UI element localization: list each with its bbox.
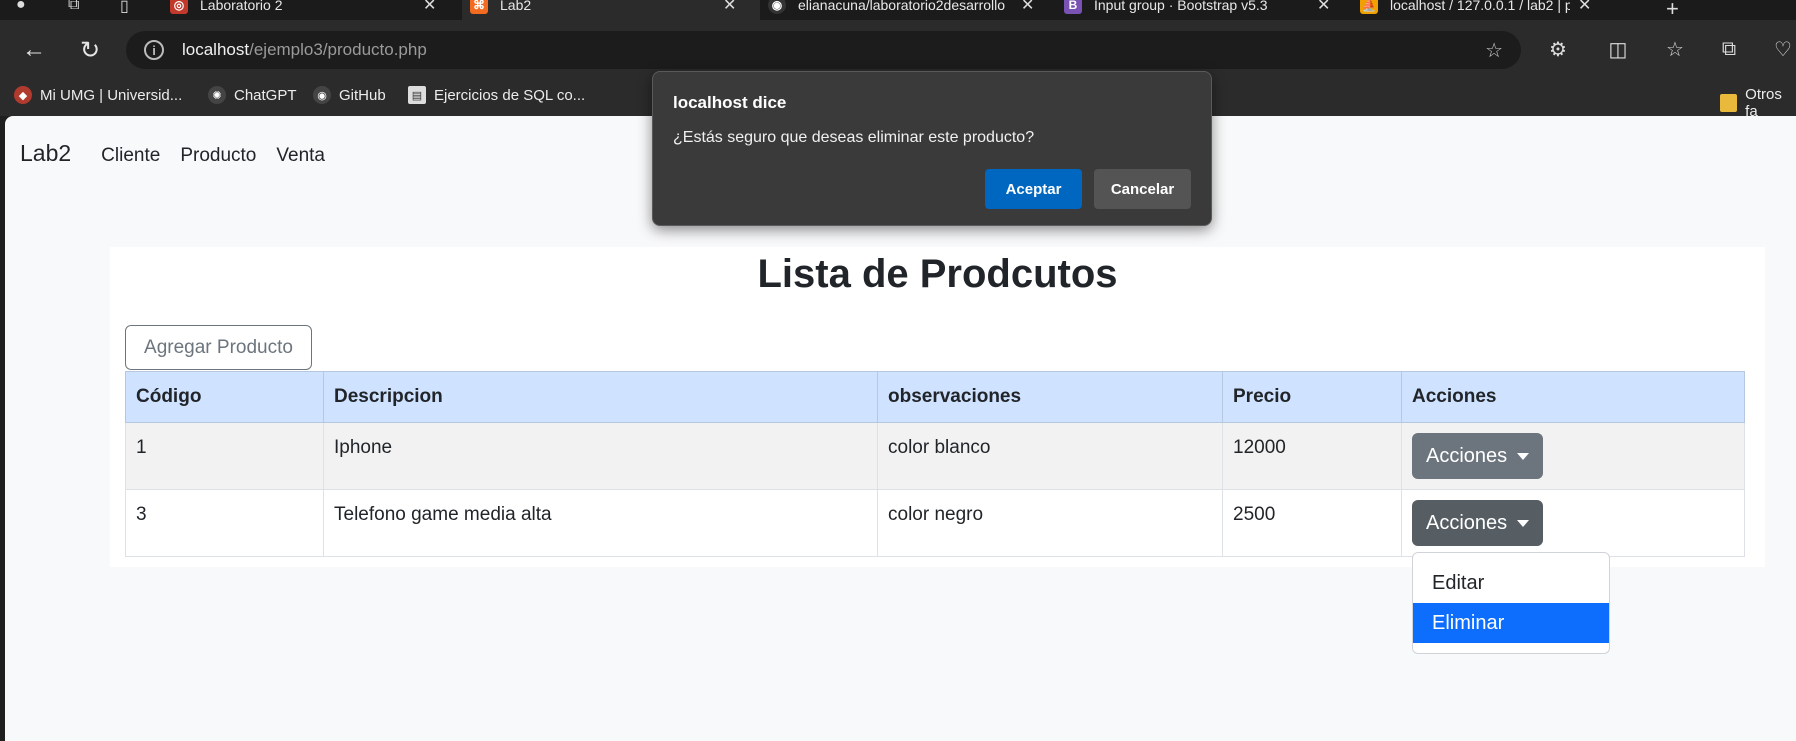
split-screen-icon[interactable]: ◫ bbox=[1605, 36, 1631, 62]
bookmark-umg[interactable]: ◆ Mi UMG | Universid... bbox=[14, 86, 182, 104]
site-navbar: Lab2 Cliente Producto Venta bbox=[20, 140, 345, 167]
cell-codigo: 3 bbox=[125, 489, 324, 557]
favorite-star-icon[interactable]: ☆ bbox=[1485, 38, 1503, 63]
tab-github[interactable]: ◉ elianacuna/laboratorio2desarrollo ✕ bbox=[768, 0, 1034, 20]
site-info-icon[interactable]: i bbox=[144, 40, 164, 60]
products-container: Lista de Prodcutos Agregar Producto Códi… bbox=[110, 247, 1765, 567]
github-icon: ◉ bbox=[768, 0, 786, 14]
github-icon: ◉ bbox=[313, 86, 331, 104]
browser-essentials-icon[interactable]: ♡ bbox=[1770, 36, 1796, 62]
accept-button[interactable]: Aceptar bbox=[985, 169, 1082, 209]
cell-acciones: Acciones bbox=[1401, 422, 1745, 490]
page-title: Lista de Prodcutos bbox=[757, 252, 1118, 296]
collections-icon[interactable]: ⧉ bbox=[1716, 36, 1742, 62]
close-tab-icon[interactable]: ✕ bbox=[1021, 0, 1034, 15]
cell-precio: 12000 bbox=[1222, 422, 1402, 490]
folder-icon bbox=[1720, 94, 1738, 112]
address-bar[interactable]: i localhost/ejemplo3/producto.php ☆ bbox=[126, 31, 1521, 69]
dialog-message: ¿Estás seguro que deseas eliminar este p… bbox=[673, 129, 1035, 146]
cell-observaciones: color blanco bbox=[877, 422, 1223, 490]
back-icon[interactable]: ← bbox=[18, 34, 50, 66]
workspaces-icon[interactable]: ⧉ bbox=[68, 0, 88, 16]
cell-acciones: Acciones bbox=[1401, 489, 1745, 557]
close-tab-icon[interactable]: ✕ bbox=[1317, 0, 1330, 15]
dropdown-item-eliminar[interactable]: Eliminar bbox=[1413, 603, 1609, 643]
vertical-tabs-icon[interactable]: ▯ bbox=[120, 0, 140, 16]
reload-icon[interactable]: ↻ bbox=[74, 34, 106, 66]
header-codigo: Código bbox=[125, 371, 324, 423]
table-row: 3 Telefono game media alta color negro 2… bbox=[125, 489, 1745, 557]
caret-down-icon bbox=[1517, 519, 1530, 527]
navbar-brand[interactable]: Lab2 bbox=[20, 140, 71, 167]
new-tab-icon[interactable]: + bbox=[1666, 0, 1686, 20]
actions-dropdown-button[interactable]: Acciones bbox=[1412, 433, 1544, 479]
tab-favicon-icon: ◎ bbox=[170, 0, 188, 14]
close-tab-icon[interactable]: ✕ bbox=[1578, 0, 1591, 15]
bookmark-folder-others[interactable]: Otros fa bbox=[1720, 86, 1796, 120]
cell-observaciones: color negro bbox=[877, 489, 1223, 557]
header-precio: Precio bbox=[1222, 371, 1402, 423]
nav-venta[interactable]: Venta bbox=[276, 145, 325, 167]
profile-avatar-icon[interactable]: ● bbox=[16, 0, 36, 16]
nav-cliente[interactable]: Cliente bbox=[101, 145, 160, 167]
nav-producto[interactable]: Producto bbox=[180, 145, 256, 167]
close-tab-icon[interactable]: ✕ bbox=[723, 0, 736, 15]
tab-bootstrap[interactable]: B Input group · Bootstrap v5.3 ✕ bbox=[1064, 0, 1330, 20]
bookmark-sql[interactable]: ▤ Ejercicios de SQL co... bbox=[408, 86, 585, 104]
sql-site-icon: ▤ bbox=[408, 86, 426, 104]
actions-dropdown-menu: Editar Eliminar bbox=[1412, 552, 1610, 654]
tab-strip: ● ⧉ ▯ ◎ Laboratorio 2 ✕ ⌘ Lab2 ✕ ◉ elian… bbox=[0, 0, 1796, 20]
umg-icon: ◆ bbox=[14, 86, 32, 104]
tab-laboratorio[interactable]: ◎ Laboratorio 2 ✕ bbox=[170, 0, 436, 20]
favorites-icon[interactable]: ☆ bbox=[1662, 36, 1688, 62]
bookmark-chatgpt[interactable]: ✺ ChatGPT bbox=[208, 86, 297, 104]
phpmyadmin-icon: ⛵ bbox=[1360, 0, 1378, 14]
cell-descripcion: Iphone bbox=[323, 422, 878, 490]
dialog-title: localhost dice bbox=[673, 93, 787, 112]
tab-favicon-icon: ⌘ bbox=[470, 0, 488, 14]
products-table: Código Descripcion observaciones Precio … bbox=[125, 371, 1745, 557]
dropdown-item-editar[interactable]: Editar bbox=[1413, 563, 1609, 603]
extensions-icon[interactable]: ⚙ bbox=[1545, 36, 1571, 62]
cancel-button[interactable]: Cancelar bbox=[1094, 169, 1191, 209]
header-observaciones: observaciones bbox=[877, 371, 1223, 423]
caret-down-icon bbox=[1517, 452, 1530, 460]
cell-descripcion: Telefono game media alta bbox=[323, 489, 878, 557]
confirm-dialog: localhost dice ¿Estás seguro que deseas … bbox=[652, 71, 1212, 226]
tab-phpmyadmin[interactable]: ⛵ localhost / 127.0.0.1 / lab2 | phpMyAd… bbox=[1360, 0, 1591, 20]
url-text: localhost/ejemplo3/producto.php bbox=[182, 40, 427, 59]
bootstrap-icon: B bbox=[1064, 0, 1082, 14]
bookmark-github[interactable]: ◉ GitHub bbox=[313, 86, 386, 104]
header-descripcion: Descripcion bbox=[323, 371, 878, 423]
table-row: 1 Iphone color blanco 12000 Acciones bbox=[125, 422, 1745, 490]
header-acciones: Acciones bbox=[1401, 371, 1745, 423]
actions-dropdown-button[interactable]: Acciones bbox=[1412, 500, 1544, 546]
close-tab-icon[interactable]: ✕ bbox=[423, 0, 436, 15]
tab-lab2[interactable]: ⌘ Lab2 ✕ bbox=[462, 0, 760, 20]
chatgpt-icon: ✺ bbox=[208, 86, 226, 104]
add-product-button[interactable]: Agregar Producto bbox=[125, 325, 312, 370]
cell-codigo: 1 bbox=[125, 422, 324, 490]
cell-precio: 2500 bbox=[1222, 489, 1402, 557]
